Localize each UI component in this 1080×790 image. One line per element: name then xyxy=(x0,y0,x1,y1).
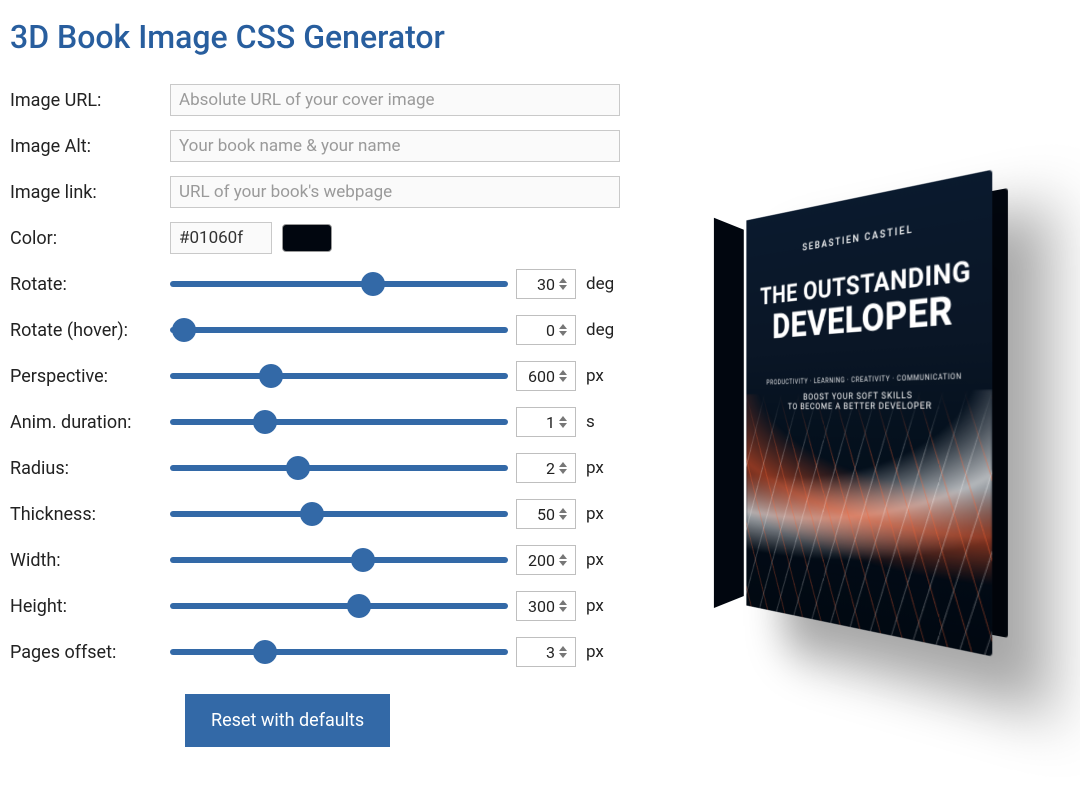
width-slider[interactable] xyxy=(170,545,508,575)
row-perspective: Perspective: 600 px xyxy=(10,354,640,400)
row-anim-duration: Anim. duration: 1 s xyxy=(10,400,640,446)
row-radius: Radius: 2 px xyxy=(10,446,640,492)
row-width: Width: 200 px xyxy=(10,538,640,584)
reset-button[interactable]: Reset with defaults xyxy=(185,694,390,747)
pages-offset-label: Pages offset: xyxy=(10,642,170,663)
radius-label: Radius: xyxy=(10,458,170,479)
pages-offset-slider[interactable] xyxy=(170,637,508,667)
anim-duration-slider[interactable] xyxy=(170,407,508,437)
rotate-hover-slider[interactable] xyxy=(170,315,508,345)
spinner-icon[interactable] xyxy=(559,411,571,433)
image-alt-input[interactable] xyxy=(170,130,620,162)
width-number[interactable]: 200 xyxy=(516,545,576,575)
image-link-input[interactable] xyxy=(170,176,620,208)
cover-author: SEBASTIEN CASTIEL xyxy=(802,223,913,253)
pages-offset-unit: px xyxy=(586,642,626,662)
spinner-icon[interactable] xyxy=(559,549,571,571)
anim-duration-unit: s xyxy=(586,412,626,432)
page-title: 3D Book Image CSS Generator xyxy=(0,0,1080,78)
pages-offset-number[interactable]: 3 xyxy=(516,637,576,667)
anim-duration-number[interactable]: 1 xyxy=(516,407,576,437)
rotate-slider[interactable] xyxy=(170,269,508,299)
rotate-label: Rotate: xyxy=(10,274,170,295)
row-rotate: Rotate: 30 deg xyxy=(10,262,640,308)
perspective-label: Perspective: xyxy=(10,366,170,387)
row-pages-offset: Pages offset: 3 px xyxy=(10,630,640,676)
width-label: Width: xyxy=(10,550,170,571)
rotate-hover-unit: deg xyxy=(586,320,626,340)
row-rotate-hover: Rotate (hover): 0 deg xyxy=(10,308,640,354)
image-alt-label: Image Alt: xyxy=(10,136,170,157)
width-unit: px xyxy=(586,550,626,570)
perspective-slider[interactable] xyxy=(170,361,508,391)
row-height: Height: 300 px xyxy=(10,584,640,630)
rotate-hover-number[interactable]: 0 xyxy=(516,315,576,345)
image-url-label: Image URL: xyxy=(10,90,170,111)
height-number[interactable]: 300 xyxy=(516,591,576,621)
spinner-icon[interactable] xyxy=(559,457,571,479)
rotate-number[interactable]: 30 xyxy=(516,269,576,299)
row-thickness: Thickness: 50 px xyxy=(10,492,640,538)
height-label: Height: xyxy=(10,596,170,617)
book-3d[interactable]: SEBASTIEN CASTIEL THE OUTSTANDING DEVELO… xyxy=(746,169,992,656)
image-url-input[interactable] xyxy=(170,84,620,116)
anim-duration-label: Anim. duration: xyxy=(10,412,170,433)
perspective-number[interactable]: 600 xyxy=(516,361,576,391)
cover-tags: PRODUCTIVITY · LEARNING · CREATIVITY · C… xyxy=(766,372,961,386)
spinner-icon[interactable] xyxy=(559,641,571,663)
spinner-icon[interactable] xyxy=(559,319,571,341)
height-unit: px xyxy=(586,596,626,616)
spinner-icon[interactable] xyxy=(559,273,571,295)
radius-unit: px xyxy=(586,458,626,478)
thickness-number[interactable]: 50 xyxy=(516,499,576,529)
radius-slider[interactable] xyxy=(170,453,508,483)
image-link-label: Image link: xyxy=(10,182,170,203)
rotate-unit: deg xyxy=(586,274,626,294)
thickness-unit: px xyxy=(586,504,626,524)
controls-form: Image URL: Image Alt: Image link: Color:… xyxy=(10,78,640,747)
book-cover-icon: SEBASTIEN CASTIEL THE OUTSTANDING DEVELO… xyxy=(746,169,992,656)
book-preview: SEBASTIEN CASTIEL THE OUTSTANDING DEVELO… xyxy=(640,78,1070,747)
thickness-label: Thickness: xyxy=(10,504,170,525)
perspective-unit: px xyxy=(586,366,626,386)
color-swatch[interactable] xyxy=(282,224,332,252)
thickness-slider[interactable] xyxy=(170,499,508,529)
color-label: Color: xyxy=(10,228,170,249)
spinner-icon[interactable] xyxy=(559,503,571,525)
radius-number[interactable]: 2 xyxy=(516,453,576,483)
height-slider[interactable] xyxy=(170,591,508,621)
spinner-icon[interactable] xyxy=(559,595,571,617)
rotate-hover-label: Rotate (hover): xyxy=(10,320,170,341)
cover-highway-icon xyxy=(746,388,992,656)
color-input[interactable] xyxy=(170,222,272,254)
spinner-icon[interactable] xyxy=(559,365,571,387)
